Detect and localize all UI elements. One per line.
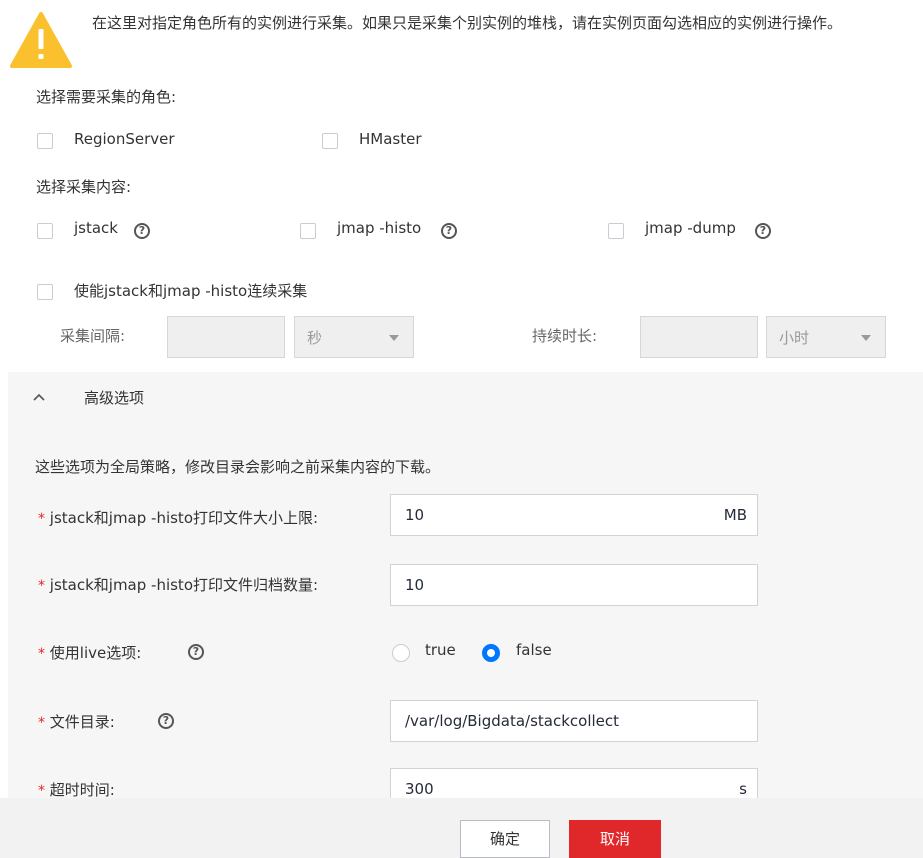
advanced-options-panel: 这些选项为全局策略，修改目录会影响之前采集内容的下载。 * jstack和jma… <box>8 424 923 810</box>
chevron-down-icon <box>861 335 871 341</box>
role-section-label: 选择需要采集的角色: <box>36 88 177 106</box>
timeout-label: * 超时时间: <box>38 781 115 799</box>
required-mark: * <box>38 578 45 594</box>
dialog-footer: 确定 取消 <box>0 798 923 858</box>
duration-unit-value: 小时 <box>779 329 810 347</box>
advanced-options-header[interactable]: 高级选项 <box>8 372 923 424</box>
timeout-unit: s <box>739 780 747 798</box>
jmap-histo-label[interactable]: jmap -histo <box>337 219 421 237</box>
ok-button[interactable]: 确定 <box>460 820 550 858</box>
live-false-radio[interactable] <box>482 644 500 662</box>
archive-count-value: 10 <box>405 576 425 594</box>
warning-message: 在这里对指定角色所有的实例进行采集。如果只是采集个别实例的堆栈，请在实例页面勾选… <box>92 14 843 32</box>
advanced-note: 这些选项为全局策略，修改目录会影响之前采集内容的下载。 <box>35 458 441 476</box>
continuous-collect-checkbox[interactable] <box>37 284 53 300</box>
interval-label: 采集间隔: <box>60 327 126 345</box>
hmaster-checkbox[interactable] <box>322 133 338 149</box>
regionserver-label[interactable]: RegionServer <box>74 130 175 148</box>
duration-label: 持续时长: <box>532 327 598 345</box>
archive-count-label: * jstack和jmap -histo打印文件归档数量: <box>38 576 319 594</box>
interval-input[interactable] <box>167 316 285 358</box>
warning-icon <box>10 12 72 68</box>
required-mark: * <box>38 783 45 799</box>
jmap-histo-checkbox[interactable] <box>300 223 316 239</box>
chevron-up-icon <box>33 393 45 401</box>
jstack-help-icon[interactable]: ? <box>134 223 150 239</box>
duration-unit-select[interactable]: 小时 <box>766 316 886 358</box>
chevron-down-icon <box>389 335 399 341</box>
size-limit-value: 10 <box>405 506 425 524</box>
directory-input[interactable]: /var/log/Bigdata/stackcollect <box>390 700 758 742</box>
continuous-collect-label[interactable]: 使能jstack和jmap -histo连续采集 <box>74 280 307 301</box>
required-mark: * <box>38 715 45 731</box>
directory-value: /var/log/Bigdata/stackcollect <box>405 712 620 730</box>
live-option-help-icon[interactable]: ? <box>188 644 204 660</box>
jmap-histo-help-icon[interactable]: ? <box>441 223 457 239</box>
size-limit-label: * jstack和jmap -histo打印文件大小上限: <box>38 509 319 527</box>
directory-label: * 文件目录: <box>38 713 115 731</box>
jmap-dump-help-icon[interactable]: ? <box>755 223 771 239</box>
jstack-checkbox[interactable] <box>37 223 53 239</box>
advanced-options-title: 高级选项 <box>84 389 145 407</box>
required-mark: * <box>38 646 45 662</box>
jstack-label[interactable]: jstack <box>74 219 118 237</box>
cancel-button[interactable]: 取消 <box>569 820 661 858</box>
interval-unit-select[interactable]: 秒 <box>294 316 414 358</box>
live-true-radio[interactable] <box>392 644 410 662</box>
live-true-label[interactable]: true <box>425 641 456 659</box>
live-false-label[interactable]: false <box>516 641 552 659</box>
jmap-dump-checkbox[interactable] <box>608 223 624 239</box>
regionserver-checkbox[interactable] <box>37 133 53 149</box>
content-section-label: 选择采集内容: <box>36 178 132 196</box>
directory-help-icon[interactable]: ? <box>158 713 174 729</box>
size-limit-unit: MB <box>723 506 747 524</box>
required-mark: * <box>38 511 45 527</box>
size-limit-input[interactable]: 10 MB <box>390 494 758 536</box>
jmap-dump-label[interactable]: jmap -dump <box>645 219 736 237</box>
timeout-value: 300 <box>405 780 434 798</box>
interval-unit-value: 秒 <box>307 329 323 347</box>
hmaster-label[interactable]: HMaster <box>359 130 422 148</box>
archive-count-input[interactable]: 10 <box>390 564 758 606</box>
live-option-label: * 使用live选项: <box>38 644 142 662</box>
duration-input[interactable] <box>640 316 758 358</box>
